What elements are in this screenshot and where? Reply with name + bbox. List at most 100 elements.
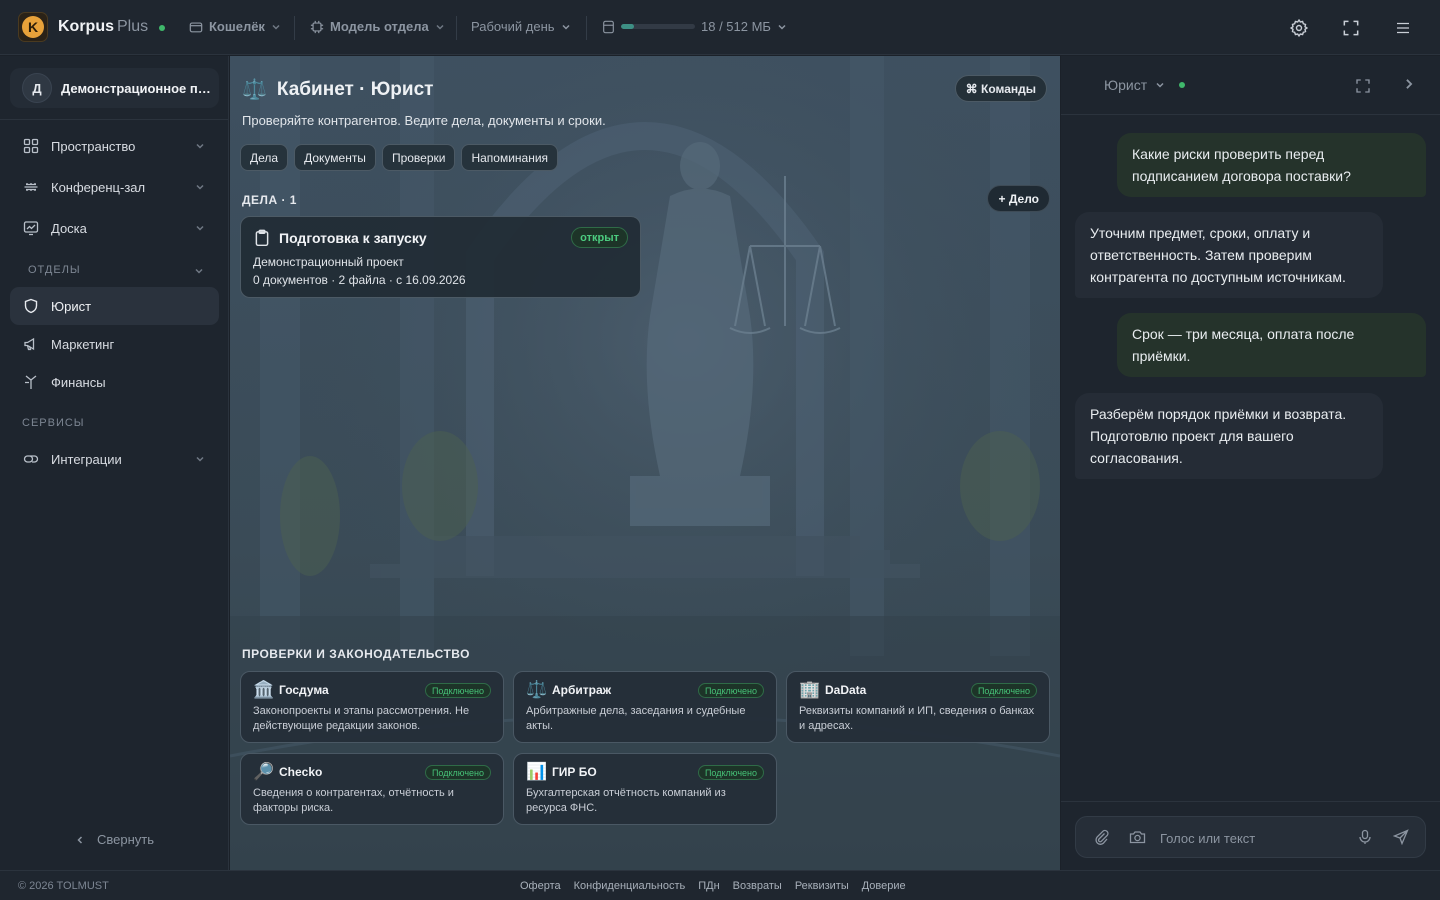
integration-card-checko[interactable]: 🔎 Checko Подключено Сведения о контраген… bbox=[240, 753, 504, 825]
connected-badge: Подключено bbox=[697, 683, 764, 698]
sidebar-item-label: Пространство bbox=[51, 138, 136, 154]
workspace-switcher[interactable]: Д Демонстрационное пространство bbox=[10, 68, 219, 108]
grid-icon bbox=[22, 137, 40, 155]
collapse-sidebar-button[interactable]: Свернуть bbox=[0, 832, 229, 847]
menu-button[interactable] bbox=[1391, 16, 1415, 40]
connected-badge: Подключено bbox=[424, 683, 491, 698]
conference-table-icon bbox=[22, 178, 40, 196]
settings-button[interactable] bbox=[1287, 16, 1311, 40]
integration-description: Законопроекты и этапы рассмотрения. Не д… bbox=[253, 705, 470, 732]
wallet-dropdown[interactable]: Кошелёк bbox=[189, 19, 281, 34]
footer-link-refunds[interactable]: Возвраты bbox=[733, 880, 782, 892]
integration-card-dadata[interactable]: 🏢 DaData Подключено Реквизиты компаний и… bbox=[786, 671, 1050, 743]
sidebar-item-label: Доска bbox=[51, 220, 87, 236]
copyright-text: © 2026 TOLMUST bbox=[18, 880, 109, 892]
parliament-icon: 🏛️ bbox=[253, 680, 275, 699]
sidebar-item-finance[interactable]: Финансы bbox=[10, 363, 219, 401]
chevron-down-icon bbox=[778, 24, 786, 30]
sidebar-item-integrations[interactable]: Интеграции bbox=[10, 440, 219, 478]
chevron-down-icon[interactable] bbox=[194, 266, 204, 276]
chat-header: Юрист bbox=[1061, 56, 1440, 115]
connected-badge: Подключено bbox=[697, 765, 764, 780]
magnifier-icon: 🔎 bbox=[253, 762, 275, 781]
connected-badge: Подключено bbox=[970, 683, 1037, 698]
storage-text: 18 / 512 МБ bbox=[701, 19, 771, 34]
integration-card-arbitrage[interactable]: ⚖️ Арбитраж Подключено Арбитражные дела,… bbox=[513, 671, 777, 743]
integration-name: ГИР БО bbox=[552, 765, 597, 779]
camera-icon[interactable] bbox=[1129, 829, 1146, 845]
work-mode-dropdown[interactable]: Рабочий день bbox=[471, 19, 571, 34]
role-dropdown[interactable]: Юрист bbox=[1104, 77, 1186, 93]
brand-suffix: Plus bbox=[117, 18, 149, 35]
integration-card-girbo[interactable]: 📊 ГИР БО Подключено Бухгалтерская отчётн… bbox=[513, 753, 777, 825]
chevron-down-icon bbox=[196, 225, 204, 231]
storage-indicator[interactable]: 18 / 512 МБ bbox=[602, 19, 787, 34]
integration-name: Госдума bbox=[279, 683, 329, 697]
page-subtitle: Проверяйте контрагентов. Ведите дела, до… bbox=[242, 113, 606, 128]
sidebar-item-space[interactable]: Пространство bbox=[10, 127, 219, 165]
expand-icon[interactable] bbox=[1354, 77, 1372, 95]
bar-chart-icon: 📊 bbox=[526, 762, 548, 781]
case-meta: 0 документов · 2 файла · с 16.09.2026 bbox=[253, 273, 466, 287]
paperclip-icon[interactable] bbox=[1094, 829, 1110, 845]
send-icon[interactable] bbox=[1393, 829, 1409, 845]
cases-heading: ДЕЛА · 1 bbox=[242, 193, 297, 207]
sidebar-item-label: Маркетинг bbox=[51, 336, 115, 352]
user-message: Срок — три месяца, оплата после приёмки. bbox=[1117, 313, 1426, 377]
wallet-icon bbox=[189, 21, 203, 32]
topbar-divider bbox=[456, 16, 457, 40]
microphone-icon[interactable] bbox=[1358, 829, 1372, 845]
storage-progress bbox=[621, 24, 695, 29]
gear-icon bbox=[1289, 18, 1309, 38]
chevron-down-icon bbox=[436, 24, 444, 30]
app-logo[interactable]: K bbox=[18, 12, 48, 42]
office-building-icon: 🏢 bbox=[799, 680, 821, 699]
footer-link-requisites[interactable]: Реквизиты bbox=[795, 880, 849, 892]
integration-card-gosduma[interactable]: 🏛️ Госдума Подключено Законопроекты и эт… bbox=[240, 671, 504, 743]
hamburger-icon bbox=[1397, 22, 1409, 34]
storage-progress-fill bbox=[621, 24, 634, 29]
tab-checks[interactable]: Проверки bbox=[381, 144, 456, 171]
wallet-label: Кошелёк bbox=[209, 19, 265, 34]
model-dropdown[interactable]: Модель отдела bbox=[310, 19, 445, 34]
sidebar-item-board[interactable]: Доска bbox=[10, 209, 219, 247]
footer-link-trust[interactable]: Доверие bbox=[862, 880, 906, 892]
chevron-down-icon bbox=[196, 184, 204, 190]
add-case-button[interactable]: + Дело bbox=[987, 185, 1050, 212]
chevron-right-icon[interactable] bbox=[1402, 77, 1416, 91]
departments-section-label: ОТДЕЛЫ bbox=[28, 264, 81, 276]
brand-title: Korpus bbox=[58, 18, 114, 35]
sidebar-item-label: Интеграции bbox=[51, 451, 122, 467]
case-title: Подготовка к запуску bbox=[279, 230, 427, 246]
collapse-label: Свернуть bbox=[96, 832, 154, 847]
tab-documents[interactable]: Документы bbox=[294, 144, 376, 171]
connected-badge: Подключено bbox=[424, 765, 491, 780]
chevron-down-icon bbox=[562, 24, 570, 30]
sidebar-item-label: Юрист bbox=[51, 298, 92, 314]
footer-link-offer[interactable]: Оферта bbox=[520, 880, 561, 892]
commands-button[interactable]: ⌘ Команды bbox=[954, 75, 1047, 102]
fullscreen-button[interactable] bbox=[1339, 16, 1363, 40]
section-tabs: Дела Документы Проверки Напоминания bbox=[240, 144, 559, 171]
chip-icon bbox=[310, 20, 324, 33]
database-icon bbox=[603, 20, 614, 33]
board-chart-icon bbox=[22, 219, 40, 237]
work-mode-label: Рабочий день bbox=[471, 19, 555, 34]
footer-link-personal-data[interactable]: ПДн bbox=[698, 880, 719, 892]
tab-cases[interactable]: Дела bbox=[240, 144, 289, 171]
chevron-down-icon bbox=[272, 24, 280, 30]
tab-reminders[interactable]: Напоминания bbox=[461, 144, 559, 171]
top-bar: K Korpus Plus Кошелёк Модель отдела Рабоч… bbox=[0, 0, 1440, 55]
shield-icon bbox=[22, 297, 40, 315]
sidebar-divider bbox=[0, 119, 229, 120]
sidebar-item-label: Финансы bbox=[51, 374, 106, 390]
footer-link-privacy[interactable]: Конфиденциальность bbox=[574, 880, 686, 892]
sidebar-item-conference[interactable]: Конференц-зал bbox=[10, 168, 219, 206]
sidebar-item-marketing[interactable]: Маркетинг bbox=[10, 325, 219, 363]
case-card[interactable]: Подготовка к запуску открыт Демонстрацио… bbox=[240, 216, 641, 298]
branch-icon bbox=[22, 373, 40, 391]
logo-mark: K bbox=[22, 16, 44, 38]
page-footer: © 2026 TOLMUST Оферта Конфиденциальность… bbox=[0, 870, 1440, 900]
message-input[interactable] bbox=[1160, 828, 1340, 848]
sidebar-item-lawyer[interactable]: Юрист bbox=[10, 287, 219, 325]
